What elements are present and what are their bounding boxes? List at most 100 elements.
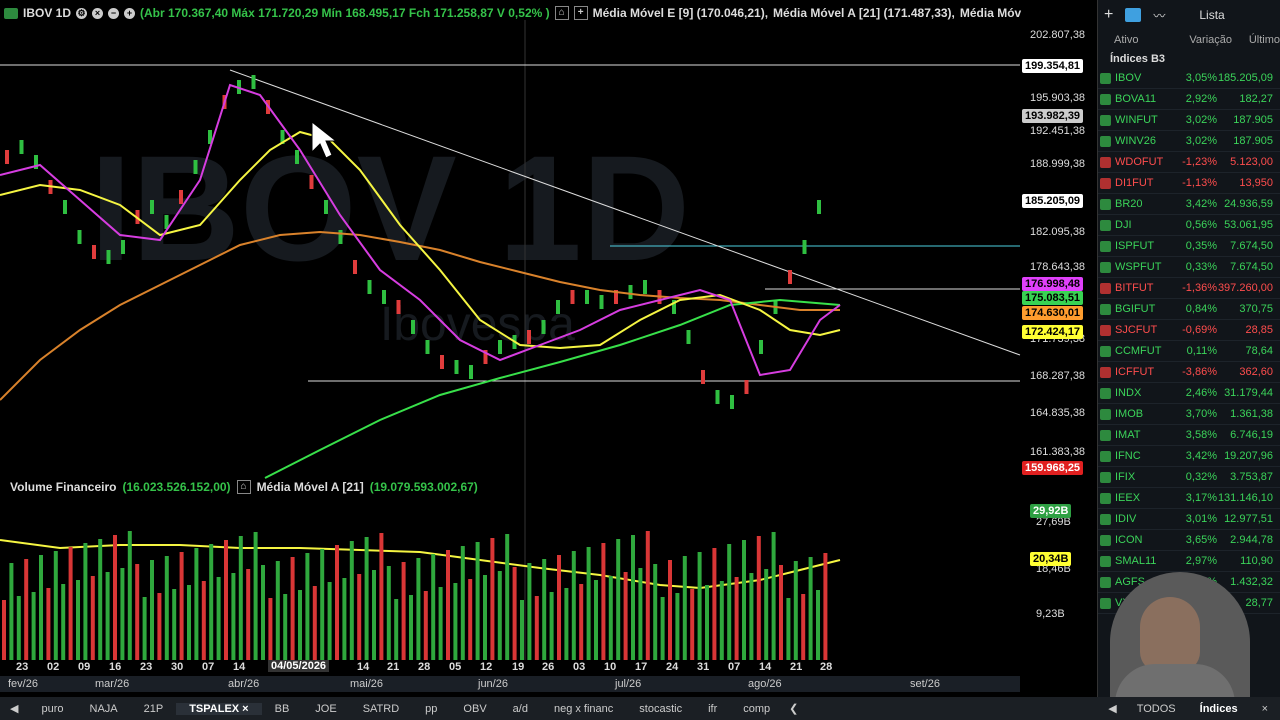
watchlist-row[interactable]: ICON 3,65% 2.944,78 <box>1098 530 1280 551</box>
watchlist-row[interactable]: INDX 2,46% 31.179,44 <box>1098 383 1280 404</box>
chart-area[interactable]: IBOV 1D Ibovespa IBOV 1D ⚙ × − + (Abr 17… <box>0 0 1097 712</box>
volume-bar <box>61 584 66 660</box>
asset-symbol: SJCFUT <box>1115 324 1158 336</box>
watchlist-row[interactable]: ICFFUT -3,86% 362,60 <box>1098 362 1280 383</box>
settings-icon[interactable]: ⚙ <box>76 7 88 19</box>
bottom-tab-indices[interactable]: Índices <box>1188 703 1250 715</box>
volume-bar <box>816 590 820 660</box>
tab-ifr[interactable]: ifr <box>695 703 730 715</box>
time-axis-label: 23 <box>140 661 153 673</box>
tab-obv[interactable]: OBV <box>450 703 499 715</box>
asset-change: 0,35% <box>1185 240 1217 252</box>
tab-satrd[interactable]: SATRD <box>350 703 412 715</box>
watchlist-row[interactable]: IMOB 3,70% 1.361,38 <box>1098 404 1280 425</box>
tab-21p[interactable]: 21P <box>131 703 177 715</box>
watchlist-row[interactable]: DJI 0,56% 53.061,95 <box>1098 215 1280 236</box>
tab-tspalex[interactable]: TSPALEX × <box>176 702 262 715</box>
watchlist-row[interactable]: IDIV 3,01% 12.977,51 <box>1098 509 1280 530</box>
volume-bar <box>172 589 177 660</box>
tab-naja[interactable]: NAJA <box>77 703 131 715</box>
month-axis-label: ago/26 <box>748 678 782 690</box>
volume-bar <box>682 556 687 660</box>
watchlist-row[interactable]: ISPFUT 0,35% 7.674,50 <box>1098 236 1280 257</box>
add-indicator-icon[interactable]: + <box>573 6 588 20</box>
col-ultimo[interactable]: Último <box>1232 34 1280 46</box>
list-label[interactable]: Lista <box>1199 8 1224 22</box>
bottom-tab-close-icon[interactable]: × <box>1250 703 1280 715</box>
candle <box>77 230 82 244</box>
watchlist-row[interactable]: SMAL11 2,97% 110,90 <box>1098 551 1280 572</box>
bottom-tab-todos[interactable]: TODOS <box>1125 703 1188 715</box>
plus-icon[interactable]: + <box>124 7 136 19</box>
asset-last: 78,64 <box>1245 345 1273 357</box>
price-chart[interactable]: IBOV 1D Ibovespa <box>0 0 1097 697</box>
watchlist-row[interactable]: WINV26 3,02% 187.905 <box>1098 131 1280 152</box>
tab-bb[interactable]: BB <box>262 703 303 715</box>
volume-bar <box>113 535 117 660</box>
watchlist-row[interactable]: WSPFUT 0,33% 7.674,50 <box>1098 257 1280 278</box>
time-axis-label: 07 <box>202 661 215 673</box>
group-label: Índices B3 <box>1110 53 1166 65</box>
minus-icon[interactable]: − <box>108 7 120 19</box>
candle <box>744 380 749 394</box>
close-icon[interactable]: × <box>92 7 104 19</box>
watchlist-row[interactable]: WINFUT 3,02% 187.905 <box>1098 110 1280 131</box>
tab-a-d[interactable]: a/d <box>500 703 541 715</box>
tab-comp[interactable]: comp <box>730 703 783 715</box>
watchlist-row[interactable]: BITFUT -1,36% 397.260,00 <box>1098 278 1280 299</box>
volume-bar <box>690 589 695 660</box>
watchlist-row[interactable]: BOVA11 2,92% 182,27 <box>1098 89 1280 110</box>
watchlist-row[interactable]: IBOV 3,05% 185.205,09 <box>1098 68 1280 89</box>
asset-symbol: BR20 <box>1115 198 1143 210</box>
volume-bar <box>549 592 554 660</box>
watchlist-row[interactable]: DI1FUT -1,13% 13,950 <box>1098 173 1280 194</box>
tab-stocastic[interactable]: stocastic <box>626 703 695 715</box>
volume-bar <box>564 588 569 660</box>
asset-change: 3,70% <box>1185 408 1217 420</box>
asset-flag-icon <box>1100 135 1111 147</box>
watchlist-row[interactable]: IFIX 0,32% 3.753,87 <box>1098 467 1280 488</box>
volume-bar <box>490 538 495 660</box>
col-ativo[interactable]: Ativo <box>1098 34 1172 46</box>
candle <box>715 390 720 404</box>
indicator-settings-icon[interactable]: ⌂ <box>554 6 569 20</box>
time-axis[interactable]: 23 02 09 16 23 30 07 14 28 14 21 28 05 12 19 26 03 10 17 24… <box>0 660 1020 675</box>
col-variacao[interactable]: Variação <box>1172 34 1232 46</box>
tab-scroll-left-icon[interactable]: ◀ <box>1100 702 1124 715</box>
asset-last: 6.746,19 <box>1230 429 1273 441</box>
time-axis-label: 19 <box>512 661 525 673</box>
price-tag: 175.083,51 <box>1022 291 1084 305</box>
asset-change: 3,05% <box>1185 72 1217 84</box>
watchlist-row[interactable]: IMAT 3,58% 6.746,19 <box>1098 425 1280 446</box>
volume-bar <box>150 560 154 660</box>
volume-settings-icon[interactable]: ⌂ <box>236 480 251 494</box>
watchlist-row[interactable]: SJCFUT -0,69% 28,85 <box>1098 320 1280 341</box>
tab-joe[interactable]: JOE <box>302 703 349 715</box>
watchlist-row[interactable]: BR20 3,42% 24.936,59 <box>1098 194 1280 215</box>
chart-line-icon[interactable]: 〰 <box>1153 7 1165 24</box>
asset-symbol: BITFUT <box>1115 282 1154 294</box>
asset-change: 0,56% <box>1185 219 1217 231</box>
volume-bar <box>83 543 88 660</box>
watchlist-row[interactable]: IEEX 3,17% 131.146,10 <box>1098 488 1280 509</box>
watchlist-row[interactable]: IFNC 3,42% 19.207,96 <box>1098 446 1280 467</box>
watchlist-row[interactable]: BGIFUT 0,84% 370,75 <box>1098 299 1280 320</box>
tab-pp[interactable]: pp <box>412 703 450 715</box>
volume-title: Volume Financeiro <box>10 480 117 494</box>
list-icon[interactable] <box>1125 8 1142 22</box>
asset-change: -1,23% <box>1182 156 1217 168</box>
watchlist-row[interactable]: WDOFUT -1,23% 5.123,00 <box>1098 152 1280 173</box>
chart-watermark: IBOV 1D <box>90 124 690 292</box>
tabs-left-icon[interactable]: ◀ <box>0 702 28 715</box>
tabs-back-icon[interactable]: ❮ <box>783 702 804 715</box>
time-axis-label: 21 <box>790 661 803 673</box>
add-icon[interactable]: + <box>1104 6 1113 24</box>
time-axis-label: 05 <box>449 661 462 673</box>
month-axis[interactable]: fev/26 mar/26 abr/26 mai/26 jun/26 jul/26 ago/… <box>0 676 1020 692</box>
watchlist-row[interactable]: CCMFUT 0,11% 78,64 <box>1098 341 1280 362</box>
tab-puro[interactable]: puro <box>28 703 76 715</box>
ohlc-values: (Abr 170.367,40 Máx 171.720,29 Mín 168.4… <box>140 6 550 20</box>
volume-bar <box>135 564 140 660</box>
asset-symbol: DI1FUT <box>1115 177 1154 189</box>
tab-neg-x-financ[interactable]: neg x financ <box>541 703 626 715</box>
